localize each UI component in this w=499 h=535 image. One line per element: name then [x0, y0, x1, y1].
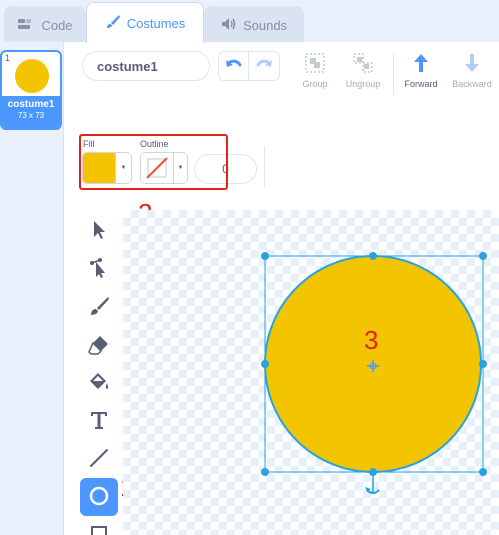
costume-name-label: costume1	[7, 99, 55, 110]
canvas-drawing	[261, 252, 487, 494]
redo-icon	[255, 58, 273, 75]
rotate-handle-icon[interactable]	[365, 476, 380, 494]
backward-arrow-icon	[449, 52, 495, 76]
line-icon	[88, 447, 110, 472]
rectangle-tool[interactable]	[80, 516, 118, 535]
tool-palette	[80, 212, 120, 535]
text-icon	[88, 409, 110, 434]
fill-tool[interactable]	[80, 364, 118, 402]
brush-icon	[105, 14, 121, 33]
reshape-icon	[88, 257, 110, 282]
costume-list: 1 costume1 73 x 73	[0, 42, 64, 535]
eraser-icon	[88, 333, 110, 358]
costume-info: costume1 73 x 73	[2, 96, 60, 128]
forward-button[interactable]: Forward	[398, 52, 444, 89]
brush-tool[interactable]	[80, 288, 118, 326]
backward-button[interactable]: Backward	[449, 52, 495, 89]
rectangle-icon	[88, 523, 110, 535]
ungroup-icon	[340, 52, 386, 76]
toolbar-divider	[393, 54, 394, 94]
paint-canvas[interactable]: 3	[123, 210, 499, 535]
tab-sounds-label: Sounds	[242, 17, 288, 33]
undo-redo-group	[218, 51, 280, 81]
costume-card[interactable]: 1 costume1 73 x 73	[0, 50, 62, 130]
tab-code[interactable]: Code	[4, 6, 86, 43]
costume-size-label: 73 x 73	[17, 111, 45, 120]
divider	[264, 146, 265, 188]
line-tool[interactable]	[80, 440, 118, 478]
circle-icon	[88, 485, 110, 510]
annotation-highlight-box	[79, 134, 228, 190]
costume-name-input[interactable]	[82, 51, 210, 81]
eraser-tool[interactable]	[80, 326, 118, 364]
costume-number: 1	[5, 53, 11, 63]
tab-costumes[interactable]: Costumes	[86, 2, 204, 43]
backward-label: Backward	[452, 79, 492, 89]
group-icon	[292, 52, 338, 76]
reshape-tool[interactable]	[80, 250, 118, 288]
circle-tool[interactable]	[80, 478, 118, 516]
annotation-number-3: 3	[364, 325, 379, 355]
brush-icon	[88, 295, 110, 320]
arrow-cursor-icon	[89, 219, 109, 244]
select-tool[interactable]	[80, 212, 118, 250]
paint-bucket-icon	[87, 371, 111, 396]
text-tool[interactable]	[80, 402, 118, 440]
tab-costumes-label: Costumes	[126, 15, 186, 31]
redo-button[interactable]	[249, 52, 279, 80]
group-label: Group	[302, 79, 328, 89]
code-icon	[17, 17, 35, 34]
undo-icon	[225, 58, 243, 75]
ungroup-label: Ungroup	[345, 79, 381, 89]
undo-button[interactable]	[219, 52, 250, 80]
forward-label: Forward	[404, 79, 438, 89]
group-button[interactable]: Group	[292, 52, 338, 89]
tab-code-label: Code	[41, 17, 73, 33]
costume-thumbnail	[15, 59, 49, 93]
forward-arrow-icon	[398, 52, 444, 76]
tab-sounds[interactable]: Sounds	[204, 6, 304, 43]
ungroup-button[interactable]: Ungroup	[340, 52, 386, 89]
speaker-icon	[221, 17, 237, 34]
paint-editor: Group Ungroup Forward Backward Fill Outl…	[64, 42, 499, 535]
editor-tabs: Code Costumes Sounds	[0, 0, 499, 43]
